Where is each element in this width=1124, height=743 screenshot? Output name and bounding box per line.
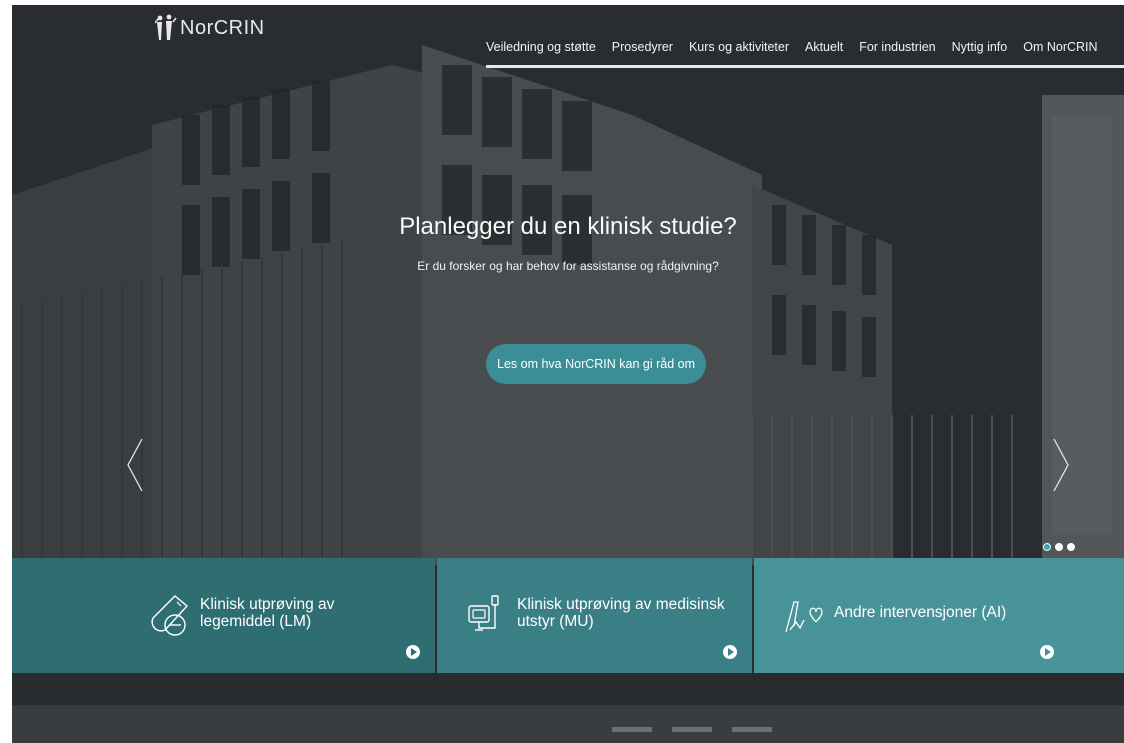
carousel-dot-1[interactable] — [1043, 543, 1051, 551]
nav-item-nyttig-info[interactable]: Nyttig info — [944, 40, 1016, 54]
card-andre-intervensjoner-label: Andre intervensjoner (AI) — [834, 604, 1007, 621]
site-logo[interactable]: NorCRIN — [155, 14, 265, 42]
people-icon — [155, 14, 177, 40]
nav-item-industrien[interactable]: For industrien — [851, 40, 943, 54]
card-andre-intervensjoner-arrow-icon[interactable] — [1040, 645, 1054, 659]
hero-carousel: NorCRIN Veiledning og støtte Prosedyrer … — [12, 5, 1124, 743]
hero-subtitle: Er du forsker og har behov for assistans… — [417, 259, 719, 273]
page: NorCRIN Veiledning og støtte Prosedyrer … — [0, 0, 1124, 743]
nav-item-om-norcrin[interactable]: Om NorCRIN — [1015, 40, 1105, 54]
card-legemiddel-label: Klinisk utprøving av legemiddel (LM) — [200, 596, 335, 630]
pill-icon — [151, 595, 189, 636]
carousel-indicators — [1043, 543, 1075, 551]
hero-title: Planlegger du en klinisk studie? — [399, 213, 737, 240]
chevron-left-icon[interactable] — [126, 437, 144, 493]
card-medisinsk-utstyr[interactable]: Klinisk utprøving av medisinsk utstyr (M… — [437, 558, 752, 673]
category-cards: Klinisk utprøving av legemiddel (LM) Kli… — [12, 558, 1124, 673]
medical-device-icon — [468, 595, 499, 631]
card-medisinsk-utstyr-label: Klinisk utprøving av medisinsk utstyr (M… — [517, 596, 725, 630]
main-nav: Veiledning og støtte Prosedyrer Kurs og … — [486, 40, 1106, 54]
card-legemiddel[interactable]: Klinisk utprøving av legemiddel (LM) — [12, 558, 435, 673]
carousel-dot-3[interactable] — [1067, 543, 1075, 551]
nav-divider — [486, 65, 1124, 68]
nav-item-prosedyrer[interactable]: Prosedyrer — [604, 40, 681, 54]
nav-item-veiledning[interactable]: Veiledning og støtte — [486, 40, 604, 54]
hero-cta-button[interactable]: Les om hva NorCRIN kan gi råd om — [486, 344, 706, 384]
card-medisinsk-utstyr-arrow-icon[interactable] — [723, 645, 737, 659]
card-legemiddel-arrow-icon[interactable] — [406, 645, 420, 659]
carousel-dot-2[interactable] — [1055, 543, 1063, 551]
nav-item-aktuelt[interactable]: Aktuelt — [797, 40, 851, 54]
hand-heart-icon — [785, 601, 823, 633]
nav-item-kurs[interactable]: Kurs og aktiviteter — [681, 40, 797, 54]
brand-name: NorCRIN — [180, 16, 265, 39]
card-andre-intervensjoner[interactable]: Andre intervensjoner (AI) — [754, 558, 1124, 673]
chevron-right-icon[interactable] — [1052, 437, 1070, 493]
